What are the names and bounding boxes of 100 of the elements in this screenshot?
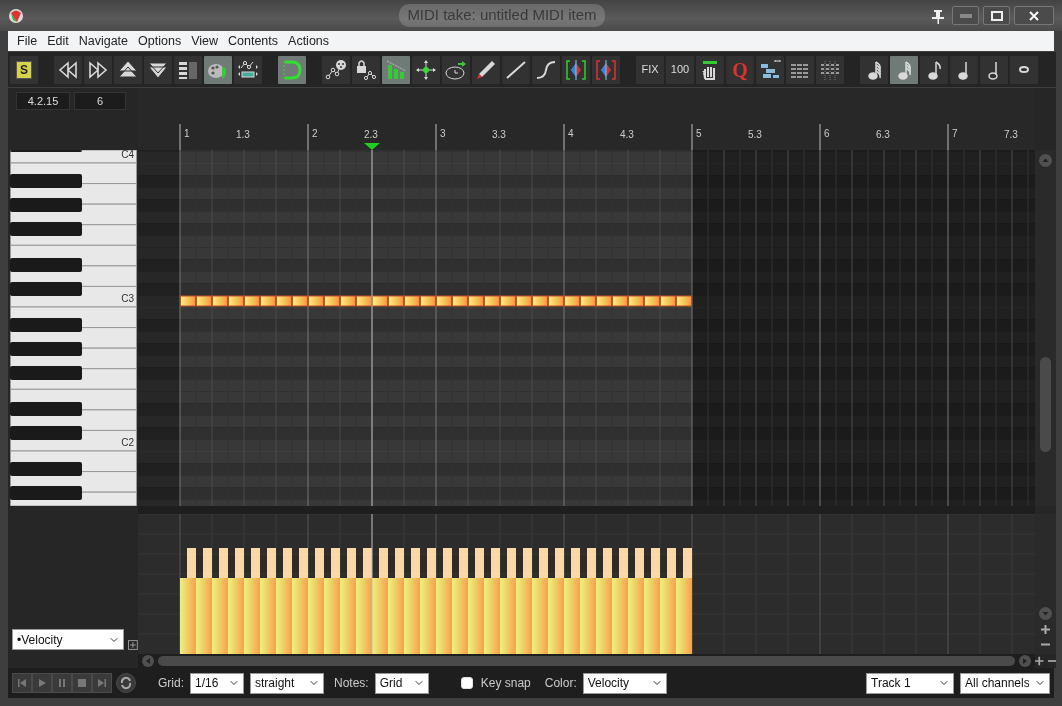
midi-note[interactable]: [468, 295, 484, 307]
velocity-bar[interactable]: [564, 548, 580, 654]
velocity-bar[interactable]: [500, 548, 516, 654]
toolbar-button[interactable]: 100: [666, 55, 694, 84]
velocity-bar[interactable]: [516, 548, 532, 654]
loop-button[interactable]: [116, 673, 136, 693]
midi-note[interactable]: [292, 295, 308, 307]
toolbar-button[interactable]: [174, 55, 202, 84]
key-snap-checkbox[interactable]: [460, 677, 473, 689]
midi-note[interactable]: [196, 295, 212, 307]
midi-note[interactable]: [180, 295, 196, 307]
channel-dropdown[interactable]: All channels: [960, 672, 1050, 694]
midi-note[interactable]: [660, 295, 676, 307]
toolbar-button[interactable]: [472, 55, 500, 84]
toolbar-button[interactable]: [144, 55, 172, 84]
division-dropdown[interactable]: 1/16: [190, 672, 244, 694]
velocity-bar[interactable]: [260, 548, 276, 654]
toolbar-button[interactable]: [234, 55, 262, 84]
midi-note[interactable]: [340, 295, 356, 307]
toolbar-button[interactable]: [532, 55, 560, 84]
midi-note[interactable]: [500, 295, 516, 307]
cc-lane-dropdown[interactable]: •Velocity: [12, 629, 125, 650]
maximize-button[interactable]: [983, 6, 1010, 25]
midi-note[interactable]: [212, 295, 228, 307]
velocity-bar[interactable]: [180, 548, 196, 654]
velocity-bar[interactable]: [340, 548, 356, 654]
toolbar-button[interactable]: [980, 55, 1008, 84]
velocity-bar[interactable]: [452, 548, 468, 654]
toolbar-button[interactable]: [322, 55, 350, 84]
midi-note[interactable]: [596, 295, 612, 307]
midi-note[interactable]: [628, 295, 644, 307]
toolbar-button[interactable]: [920, 55, 948, 84]
transport-button[interactable]: [52, 673, 72, 693]
midi-note[interactable]: [676, 295, 692, 307]
velocity-bar[interactable]: [420, 548, 436, 654]
vertical-scrollbar[interactable]: [1035, 514, 1056, 654]
velocity-bar[interactable]: [244, 548, 260, 654]
velocity-bar[interactable]: [468, 548, 484, 654]
time-field[interactable]: 4.2.15: [16, 92, 70, 110]
velocity-bar[interactable]: [612, 548, 628, 654]
velocity-bar[interactable]: [356, 548, 372, 654]
midi-note[interactable]: [372, 295, 388, 307]
midi-note[interactable]: [516, 295, 532, 307]
midi-note[interactable]: [612, 295, 628, 307]
menu-item[interactable]: Options: [133, 31, 187, 51]
scrollbar-thumb[interactable]: [158, 656, 1015, 666]
toolbar-button[interactable]: [84, 55, 112, 84]
velocity-bar[interactable]: [628, 548, 644, 654]
velocity-bar[interactable]: [436, 548, 452, 654]
toolbar-button[interactable]: [502, 55, 530, 84]
velocity-bar[interactable]: [276, 548, 292, 654]
toolbar-button[interactable]: [352, 55, 380, 84]
velocity-bar[interactable]: [644, 548, 660, 654]
velocity-bar[interactable]: [324, 548, 340, 654]
velocity-bar[interactable]: [548, 548, 564, 654]
velocity-lane[interactable]: [138, 514, 1035, 654]
vertical-scrollbar[interactable]: [1035, 150, 1056, 506]
notes-dropdown[interactable]: Grid: [374, 672, 429, 694]
toolbar-button[interactable]: [1010, 55, 1038, 84]
velocity-bar[interactable]: [372, 548, 388, 654]
midi-note[interactable]: [420, 295, 436, 307]
toolbar-button[interactable]: [412, 55, 440, 84]
velocity-bar[interactable]: [676, 548, 692, 654]
velocity-bar[interactable]: [292, 548, 308, 654]
midi-note[interactable]: [324, 295, 340, 307]
midi-note[interactable]: [484, 295, 500, 307]
toolbar-button[interactable]: [890, 55, 918, 84]
velocity-bar[interactable]: [308, 548, 324, 654]
velocity-bar[interactable]: [196, 548, 212, 654]
velocity-bar[interactable]: [228, 548, 244, 654]
track-dropdown[interactable]: Track 1: [866, 672, 954, 694]
menu-item[interactable]: Navigate: [73, 31, 134, 51]
midi-note[interactable]: [260, 295, 276, 307]
toolbar-button[interactable]: [696, 55, 724, 84]
value-field[interactable]: 6: [74, 92, 126, 110]
menu-item[interactable]: Edit: [42, 31, 74, 51]
midi-note[interactable]: [644, 295, 660, 307]
toolbar-button[interactable]: [114, 55, 142, 84]
transport-button[interactable]: [12, 673, 32, 693]
scrollbar-thumb[interactable]: [1040, 357, 1051, 452]
toolbar-button[interactable]: [562, 55, 590, 84]
midi-note[interactable]: [436, 295, 452, 307]
horizontal-scrollbar[interactable]: [138, 654, 1035, 668]
swing-dropdown[interactable]: straight: [250, 672, 324, 694]
midi-note[interactable]: [356, 295, 372, 307]
velocity-bar[interactable]: [212, 548, 228, 654]
toolbar-button[interactable]: [278, 55, 306, 84]
color-dropdown[interactable]: Velocity: [582, 672, 667, 694]
toolbar-button[interactable]: [950, 55, 978, 84]
menu-item[interactable]: Contents: [223, 31, 284, 51]
midi-note[interactable]: [228, 295, 244, 307]
velocity-bar[interactable]: [660, 548, 676, 654]
transport-button[interactable]: [32, 673, 52, 693]
midi-note[interactable]: [276, 295, 292, 307]
velocity-bar[interactable]: [484, 548, 500, 654]
toolbar-button[interactable]: [816, 55, 844, 84]
solo-button[interactable]: S: [10, 55, 38, 84]
close-button[interactable]: [1014, 6, 1054, 25]
toolbar-button[interactable]: [756, 55, 784, 84]
menu-item[interactable]: File: [12, 31, 43, 51]
